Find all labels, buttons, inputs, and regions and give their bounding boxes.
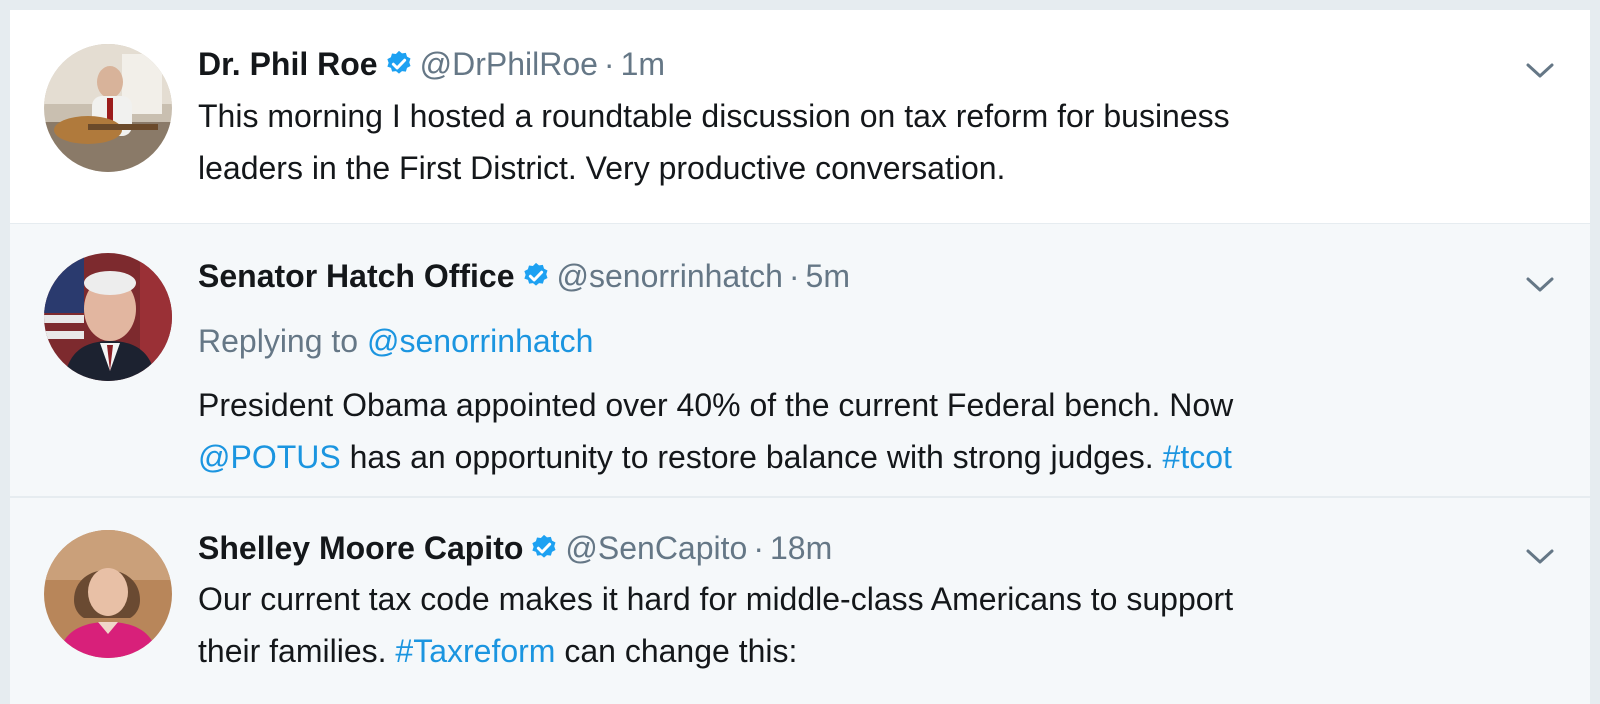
- hashtag-link[interactable]: #tcot: [1163, 439, 1232, 475]
- display-name[interactable]: Senator Hatch Office: [198, 258, 515, 294]
- separator-dot: ·: [788, 258, 800, 294]
- tweet-header: Dr. Phil Roe @DrPhilRoe · 1m: [198, 42, 665, 86]
- tweet-text: President Obama appointed over 40% of th…: [198, 379, 1458, 483]
- timeline: Dr. Phil Roe @DrPhilRoe · 1m This morning I…: [10, 10, 1590, 704]
- mention-link[interactable]: @POTUS: [198, 439, 341, 475]
- tweet-header: Senator Hatch Office @senorrinhatch · 5m: [198, 254, 850, 298]
- tweet-text-line: leaders in the First District. Very prod…: [198, 150, 1006, 186]
- tweet-text-line: @POTUS has an opportunity to restore bal…: [198, 431, 1458, 483]
- avatar[interactable]: [44, 253, 172, 381]
- tweet-text: Our current tax code makes it hard for m…: [198, 573, 1458, 677]
- verified-badge-icon: [386, 50, 411, 74]
- tweet-header: Shelley Moore Capito @SenCapito · 18m: [198, 526, 832, 570]
- timestamp[interactable]: 5m: [806, 258, 850, 294]
- replying-to-label: Replying to: [198, 323, 359, 359]
- avatar[interactable]: [44, 44, 172, 172]
- verified-badge-icon: [523, 262, 548, 286]
- tweet-text: This morning I hosted a roundtable discu…: [198, 90, 1458, 194]
- timestamp[interactable]: 18m: [770, 530, 832, 566]
- timestamp[interactable]: 1m: [621, 46, 665, 82]
- avatar[interactable]: [44, 530, 172, 658]
- tweet[interactable]: Dr. Phil Roe @DrPhilRoe · 1m This morning I…: [10, 10, 1590, 223]
- tweet-text-line: President Obama appointed over 40% of th…: [198, 387, 1234, 423]
- user-handle[interactable]: @DrPhilRoe: [420, 46, 598, 82]
- avatar-photo: [44, 253, 172, 381]
- display-name[interactable]: Shelley Moore Capito: [198, 530, 523, 566]
- tweet-text-fragment: has an opportunity to restore balance wi…: [349, 439, 1154, 475]
- chevron-down-icon[interactable]: [1520, 50, 1560, 90]
- separator-dot: ·: [753, 530, 764, 566]
- hashtag-link[interactable]: #Taxreform: [395, 633, 555, 669]
- display-name[interactable]: Dr. Phil Roe: [198, 46, 378, 82]
- chevron-down-icon[interactable]: [1520, 536, 1560, 576]
- tweet[interactable]: Shelley Moore Capito @SenCapito · 18m Our c…: [10, 496, 1590, 704]
- avatar-photo: [44, 44, 172, 172]
- tweet[interactable]: Senator Hatch Office @senorrinhatch · 5m Re…: [10, 223, 1590, 496]
- tweet-text-fragment: their families.: [198, 633, 387, 669]
- user-handle[interactable]: @SenCapito: [565, 530, 747, 566]
- tweet-text-line: their families. #Taxreform can change th…: [198, 625, 1458, 677]
- tweet-text-fragment: can change this:: [564, 633, 798, 669]
- tweet-text-line: Our current tax code makes it hard for m…: [198, 581, 1234, 617]
- replying-to-handle-link[interactable]: @senorrinhatch: [367, 323, 593, 359]
- verified-badge-icon: [532, 534, 556, 558]
- chevron-down-icon[interactable]: [1520, 264, 1560, 304]
- user-handle[interactable]: @senorrinhatch: [557, 258, 783, 294]
- tweet-text-line: This morning I hosted a roundtable discu…: [198, 98, 1230, 134]
- avatar-photo: [44, 530, 172, 658]
- replying-to: Replying to @senorrinhatch: [198, 319, 593, 363]
- separator-dot: ·: [603, 46, 615, 82]
